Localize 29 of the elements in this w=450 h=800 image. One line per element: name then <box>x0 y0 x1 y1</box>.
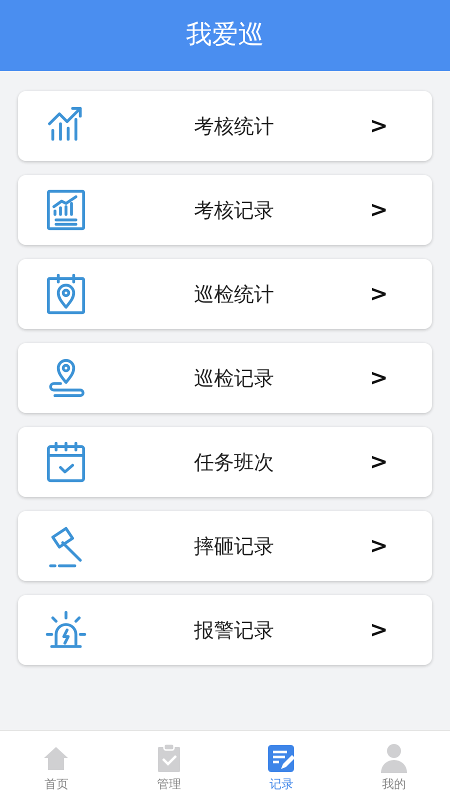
menu-label: 巡检记录 <box>192 365 275 392</box>
menu-label: 报警记录 <box>192 617 275 644</box>
menu-item[interactable]: 考核统计 > <box>18 91 432 161</box>
chevron: > <box>370 532 389 560</box>
header-title: 我爱巡 <box>186 19 264 52</box>
menu-label: 摔砸记录 <box>192 533 275 560</box>
menu-label: 任务班次 <box>192 449 275 476</box>
report-chart-icon <box>44 188 88 232</box>
menu-item[interactable]: 考核记录 > <box>18 175 432 245</box>
menu-item[interactable]: 摔砸记录 > <box>18 511 432 581</box>
calendar-check-icon <box>44 440 88 484</box>
menu-item[interactable]: 报警记录 > <box>18 595 432 665</box>
chevron: > <box>370 280 389 308</box>
menu-item[interactable]: 任务班次 > <box>18 427 432 497</box>
tab[interactable]: 记录 <box>225 731 338 800</box>
chevron: > <box>370 196 389 224</box>
chevron: > <box>370 448 389 476</box>
calendar-pin-icon <box>44 272 88 316</box>
chevron: > <box>370 364 389 392</box>
chevron: > <box>370 112 389 140</box>
menu-item[interactable]: 巡检统计 > <box>18 259 432 329</box>
menu-label: 考核统计 <box>192 113 275 140</box>
chevron: > <box>370 616 389 644</box>
menu-item[interactable]: 巡检记录 > <box>18 343 432 413</box>
menu-label: 巡检统计 <box>192 281 275 308</box>
tab[interactable]: 管理 <box>112 731 225 800</box>
tab[interactable]: 我的 <box>338 731 450 800</box>
tab[interactable]: 首页 <box>0 731 112 800</box>
menu-label: 考核记录 <box>192 197 275 224</box>
